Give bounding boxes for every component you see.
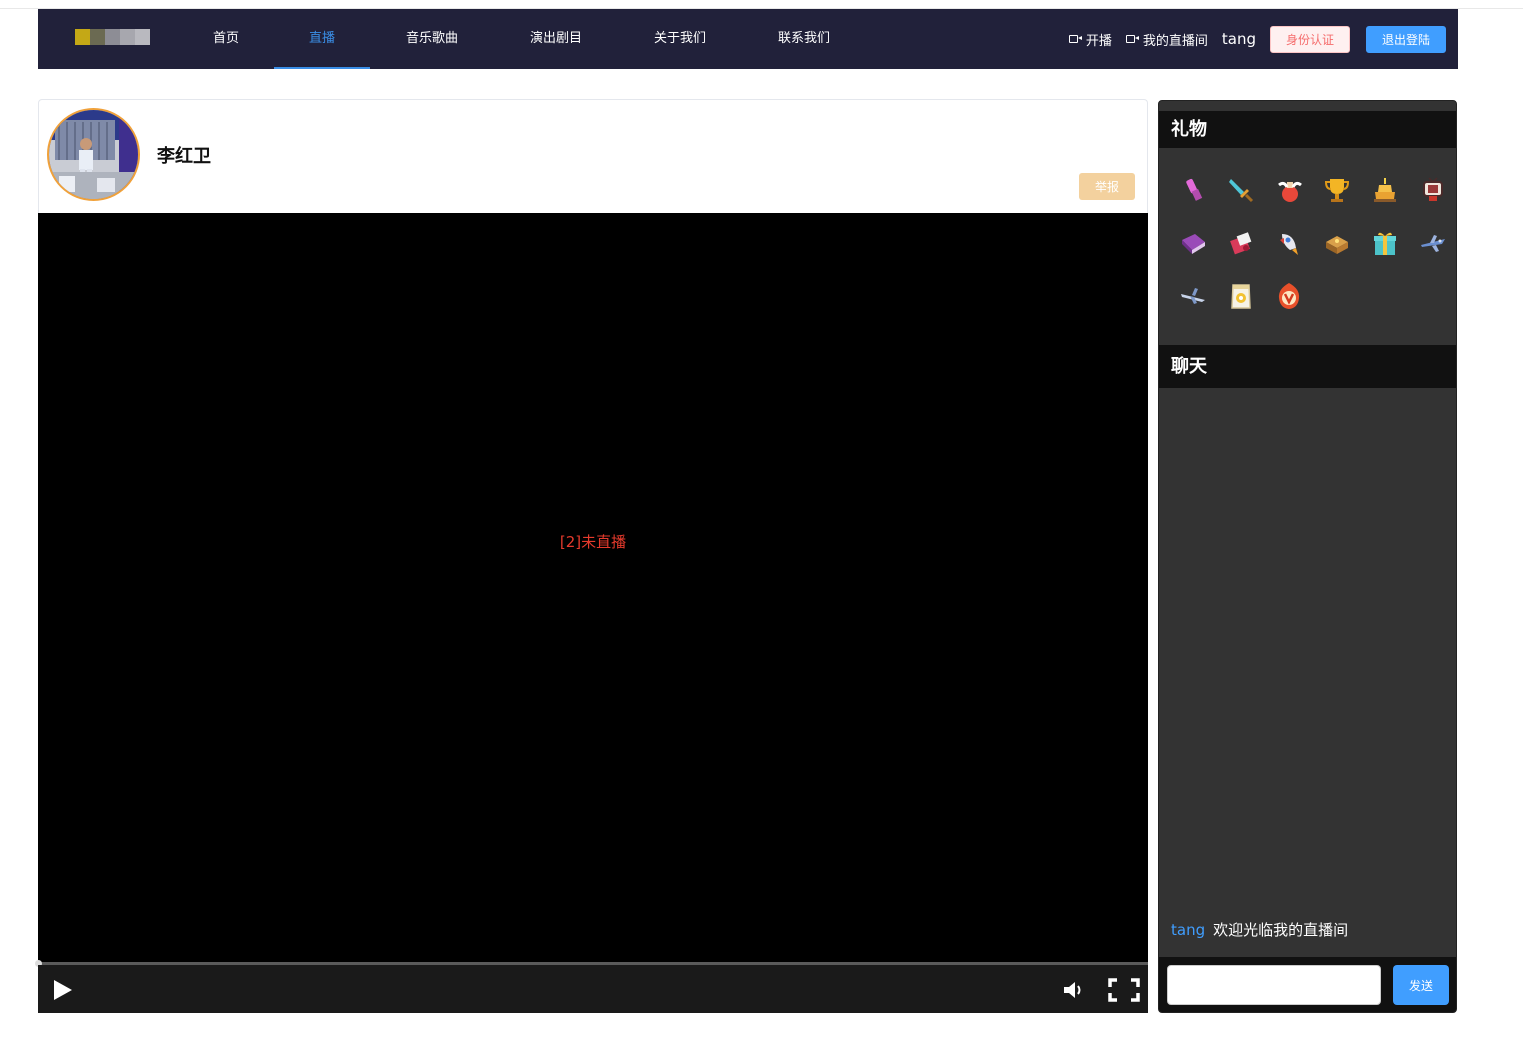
sword-icon[interactable] (1217, 163, 1265, 216)
gift-box-icon[interactable] (1361, 216, 1409, 269)
nav-music[interactable]: 音乐歌曲 (370, 9, 494, 69)
start-stream-link[interactable]: 开播 (1068, 30, 1112, 49)
rocket-icon[interactable] (1265, 216, 1313, 269)
chat-message-text: 欢迎光临我的直播间 (1213, 921, 1349, 939)
lipstick-icon[interactable] (1169, 163, 1217, 216)
streamer-avatar[interactable] (47, 108, 140, 201)
potion-icon[interactable] (1265, 163, 1313, 216)
my-room-link[interactable]: 我的直播间 (1125, 30, 1208, 49)
start-stream-label: 开播 (1085, 33, 1112, 49)
video-player[interactable]: [2]未直播 (35, 213, 1148, 1013)
fullscreen-icon[interactable] (1108, 978, 1140, 1006)
snack-bag-icon[interactable] (1217, 269, 1265, 322)
tv-icon[interactable] (1409, 163, 1456, 216)
logout-button[interactable]: 退出登陆 (1366, 25, 1446, 53)
identity-verify-button[interactable]: 身份认证 (1270, 25, 1350, 53)
treasure-chest-icon[interactable] (1313, 216, 1361, 269)
play-icon[interactable] (52, 979, 74, 1005)
username: tang (1221, 30, 1256, 48)
chat-title: 聊天 (1159, 345, 1456, 388)
main-nav: 首页 直播 音乐歌曲 演出剧目 关于我们 联系我们 (178, 9, 866, 69)
chat-message-user[interactable]: tang (1171, 921, 1205, 939)
chat-input[interactable] (1167, 965, 1381, 1005)
airplane-icon[interactable] (1169, 269, 1217, 322)
video-camera-icon (1125, 35, 1139, 43)
gift-grid (1169, 163, 1456, 322)
report-button[interactable]: 举报 (1079, 173, 1135, 200)
send-button[interactable]: 发送 (1393, 965, 1449, 1005)
site-logo[interactable] (75, 29, 150, 45)
book-icon[interactable] (1169, 216, 1217, 269)
nav-live[interactable]: 直播 (274, 9, 370, 69)
love-letter-icon[interactable] (1217, 216, 1265, 269)
header-actions: 开播 我的直播间 tang 身份认证 退出登陆 (1068, 9, 1446, 69)
nav-about[interactable]: 关于我们 (618, 9, 742, 69)
nav-shows[interactable]: 演出剧目 (494, 9, 618, 69)
my-room-label: 我的直播间 (1142, 33, 1208, 49)
stream-status-text: [2]未直播 (559, 533, 627, 551)
cake-icon[interactable] (1361, 163, 1409, 216)
top-navbar: 首页 直播 音乐歌曲 演出剧目 关于我们 联系我们 开播 我的直播间 tang … (38, 9, 1458, 69)
nav-home[interactable]: 首页 (178, 9, 274, 69)
v-badge-icon[interactable] (1265, 269, 1313, 322)
volume-icon[interactable] (1062, 979, 1084, 1005)
nav-contact[interactable]: 联系我们 (742, 9, 866, 69)
live-room-main: 李红卫 举报 [2]未直播 (35, 99, 1148, 1013)
streamer-info-bar: 李红卫 举报 (38, 99, 1148, 213)
video-camera-icon (1068, 35, 1082, 43)
chat-message: tang 欢迎光临我的直播间 (1171, 919, 1348, 940)
chat-input-bar: 发送 (1159, 957, 1456, 1012)
trophy-icon[interactable] (1313, 163, 1361, 216)
video-controls (38, 965, 1148, 1013)
streamer-name: 李红卫 (157, 146, 211, 167)
jet-icon[interactable] (1409, 216, 1456, 269)
gifts-title: 礼物 (1159, 111, 1456, 148)
side-panel: 礼物 聊天 tang 欢迎光临我的直播间 发送 (1158, 100, 1457, 1013)
